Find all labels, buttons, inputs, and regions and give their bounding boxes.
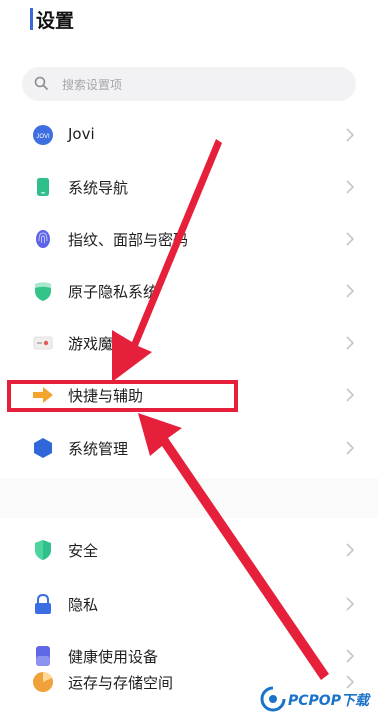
- chevron-right-icon: [346, 597, 354, 611]
- search-icon: [34, 76, 48, 90]
- settings-item-label: 安全: [68, 542, 99, 560]
- lock-icon: [35, 594, 51, 614]
- chevron-right-icon: [346, 232, 354, 246]
- search-placeholder: 搜索设置项: [62, 78, 123, 92]
- hourglass-icon: [36, 646, 50, 666]
- settings-item-label: 系统管理: [68, 440, 129, 458]
- settings-item-label: Jovi: [68, 125, 95, 143]
- hexagon-icon: [34, 438, 52, 458]
- settings-item-label: 游戏魔盒: [68, 335, 129, 353]
- settings-item-atomic-privacy[interactable]: 原子隐私系统: [0, 267, 378, 319]
- chevron-right-icon: [346, 180, 354, 194]
- shield-icon: [35, 282, 51, 301]
- chevron-right-icon: [346, 441, 354, 455]
- jovi-icon: JOVI: [33, 125, 53, 145]
- watermark-text: PCPOP下载: [288, 693, 369, 709]
- watermark: PCPOP下载: [260, 682, 378, 720]
- settings-item-label: 隐私: [68, 596, 99, 614]
- security-shield-icon: [35, 540, 51, 560]
- settings-item-label: 指纹、面部与密码: [68, 231, 189, 249]
- fingerprint-icon: [36, 230, 50, 248]
- storage-icon: [33, 672, 53, 692]
- section-divider: [0, 478, 378, 518]
- chevron-right-icon: [346, 543, 354, 557]
- chevron-right-icon: [346, 128, 354, 142]
- gamebox-icon: [33, 336, 53, 350]
- search-input[interactable]: 搜索设置项: [22, 67, 356, 101]
- settings-item-label: 原子隐私系统: [68, 283, 159, 301]
- settings-item-system-management[interactable]: 系统管理: [0, 424, 378, 476]
- highlight-box: [7, 380, 238, 412]
- settings-item-fingerprint-face-password[interactable]: 指纹、面部与密码: [0, 215, 378, 267]
- settings-item-label: 系统导航: [68, 179, 129, 197]
- settings-item-label: 健康使用设备: [68, 648, 159, 666]
- title-accent-bar: [30, 8, 33, 30]
- phone-icon: [37, 178, 49, 196]
- chevron-right-icon: [346, 284, 354, 298]
- settings-item-game-box[interactable]: 游戏魔盒: [0, 319, 378, 371]
- chevron-right-icon: [346, 649, 354, 663]
- settings-item-label: 运存与存储空间: [68, 674, 174, 692]
- settings-item-jovi[interactable]: JOVI Jovi: [0, 111, 378, 163]
- settings-item-security[interactable]: 安全: [0, 526, 378, 578]
- settings-item-privacy[interactable]: 隐私: [0, 580, 378, 632]
- chevron-right-icon: [346, 336, 354, 350]
- page-title: 设置: [36, 10, 75, 32]
- header: 设置: [0, 0, 378, 46]
- chevron-right-icon: [346, 388, 354, 402]
- svg-text:JOVI: JOVI: [36, 134, 50, 140]
- watermark-logo-icon: [260, 686, 286, 712]
- settings-item-system-navigation[interactable]: 系统导航: [0, 163, 378, 215]
